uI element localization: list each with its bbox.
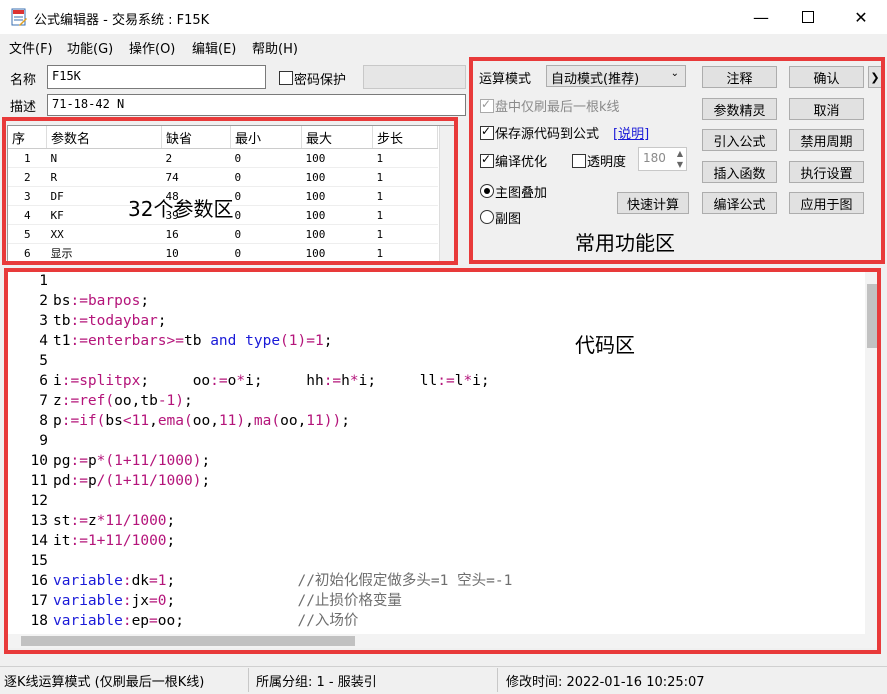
menu-edit[interactable]: 编辑(E) <box>192 38 236 57</box>
status-mode: 逐K线运算模式 (仅刷最后一根K线) <box>4 675 205 690</box>
menu-function[interactable]: 功能(G) <box>67 38 113 57</box>
params-zone-label: 32个参数区 <box>128 197 234 221</box>
menu-help[interactable]: 帮助(H) <box>252 38 298 57</box>
window-title: 公式编辑器 - 交易系统 : F15K <box>34 13 210 28</box>
status-divider <box>248 668 249 692</box>
desc-label: 描述 <box>10 100 37 115</box>
func-zone-frame <box>469 57 885 264</box>
status-modified: 修改时间: 2022-01-16 10:25:07 <box>506 675 705 690</box>
name-label: 名称 <box>10 73 37 88</box>
close-button[interactable]: ✕ <box>838 0 884 34</box>
menu-operation[interactable]: 操作(O) <box>129 38 175 57</box>
status-divider <box>497 668 498 692</box>
password-label: 密码保护 <box>294 73 347 88</box>
maximize-button[interactable] <box>785 0 831 34</box>
func-zone-label: 常用功能区 <box>575 231 675 255</box>
code-zone-frame <box>4 268 881 654</box>
maximize-icon <box>802 11 814 23</box>
minimize-button[interactable]: — <box>738 0 784 34</box>
menu-file[interactable]: 文件(F) <box>9 38 53 57</box>
password-field <box>363 65 466 89</box>
desc-field[interactable]: 71-18-42 N <box>47 94 466 116</box>
status-group: 所属分组: 1 - 服装引 <box>256 675 377 690</box>
name-field[interactable]: F15K <box>47 65 266 89</box>
minimize-icon: — <box>753 7 769 27</box>
code-zone-label: 代码区 <box>575 333 635 357</box>
params-zone-frame <box>2 117 458 265</box>
close-icon: ✕ <box>854 7 868 27</box>
app-icon <box>10 8 28 26</box>
password-checkbox[interactable] <box>279 71 293 89</box>
